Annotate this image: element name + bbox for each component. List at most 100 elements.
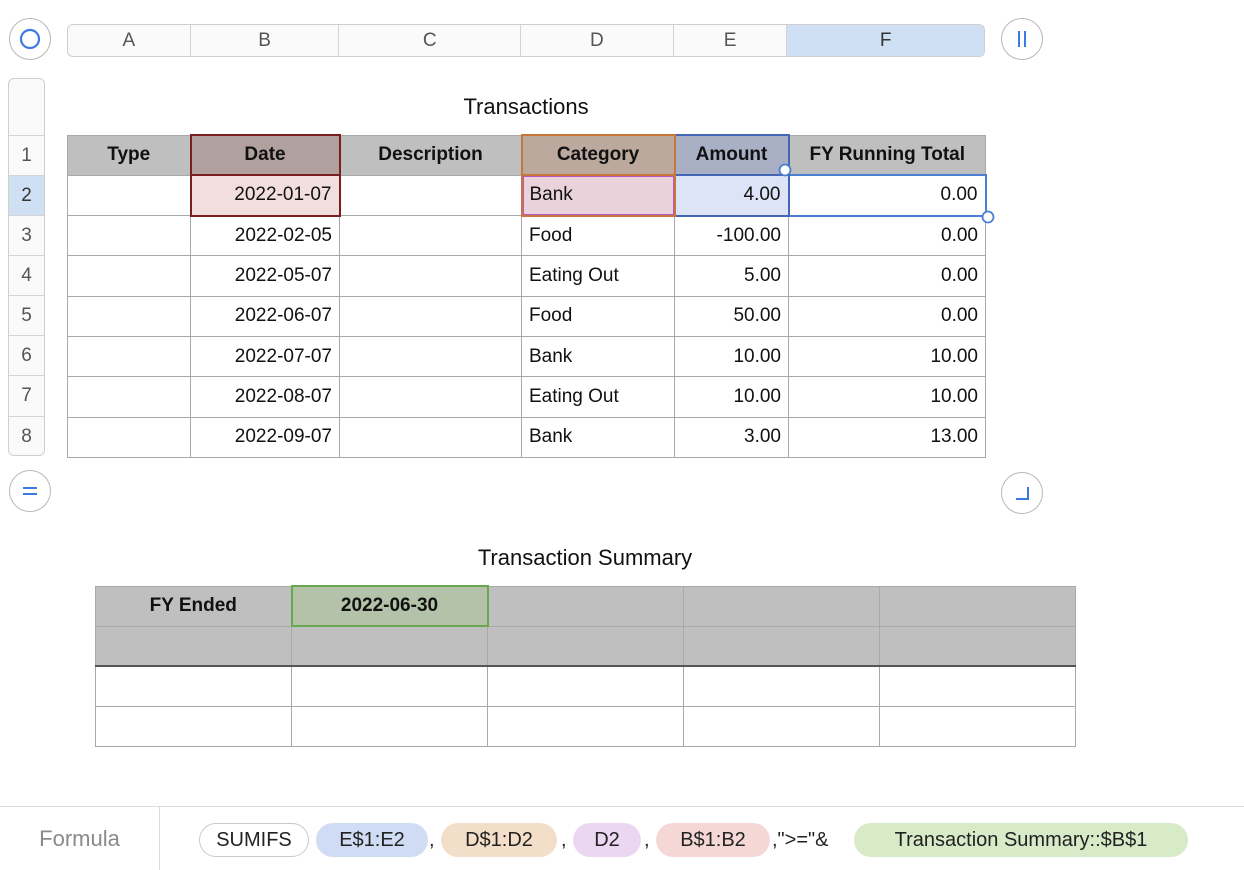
summary-cell[interactable] <box>487 585 684 627</box>
row-header-8[interactable]: 8 <box>9 416 44 455</box>
formula-token-amount-range[interactable]: E$1:E2 <box>316 823 428 857</box>
cell-category[interactable]: Eating Out <box>521 376 675 418</box>
cell-category[interactable]: Food <box>521 215 675 257</box>
cell-type[interactable] <box>67 376 191 418</box>
summary-cell[interactable] <box>683 665 880 708</box>
selection-handle-top[interactable] <box>778 163 792 177</box>
cell-amount[interactable]: -100.00 <box>674 215 789 257</box>
cell-fy-running-total[interactable]: 10.00 <box>788 335 986 378</box>
cell-amount[interactable]: 10.00 <box>674 335 789 378</box>
resize-table-button[interactable] <box>1001 472 1043 514</box>
cell-type[interactable] <box>67 335 191 378</box>
cell-category[interactable]: Food <box>521 295 675 337</box>
header-cell-type[interactable]: Type <box>67 134 191 176</box>
summary-cell[interactable] <box>487 706 684 748</box>
transactions-table: Type Date Description Category Amount FY… <box>67 133 987 458</box>
header-cell-amount[interactable]: Amount <box>673 133 790 177</box>
summary-cell[interactable] <box>95 665 292 708</box>
cell-type[interactable] <box>67 174 191 217</box>
formula-bar: Formula SUMIFS E$1:E2 , D$1:D2 , D2 , B$… <box>0 806 1244 870</box>
row-header-4[interactable]: 4 <box>9 255 44 295</box>
formula-function-token[interactable]: SUMIFS <box>199 823 309 857</box>
column-header-f[interactable]: F <box>787 25 984 56</box>
column-header-a[interactable]: A <box>68 25 191 56</box>
summary-cell[interactable] <box>95 706 292 748</box>
cell-description[interactable] <box>339 376 522 418</box>
summary-cell[interactable] <box>683 585 880 627</box>
cell-fy-running-total[interactable]: 0.00 <box>788 255 986 297</box>
cell-amount[interactable]: 3.00 <box>674 416 789 458</box>
header-cell-description[interactable]: Description <box>339 134 522 176</box>
cell-date[interactable]: 2022-08-07 <box>190 376 340 418</box>
cell-date[interactable]: 2022-05-07 <box>190 255 340 297</box>
summary-table: FY Ended 2022-06-30 <box>95 584 1076 748</box>
cell-date[interactable]: 2022-07-07 <box>190 335 340 378</box>
summary-cell[interactable] <box>683 706 880 748</box>
cell-fy-running-total-selected[interactable]: 0.00 <box>787 174 987 217</box>
cell-fy-running-total[interactable]: 0.00 <box>788 215 986 257</box>
summary-cell[interactable] <box>879 625 1076 668</box>
cell-fy-running-total[interactable]: 10.00 <box>788 376 986 418</box>
fy-ended-label[interactable]: FY Ended <box>95 585 292 627</box>
summary-cell[interactable] <box>879 665 1076 708</box>
summary-cell[interactable] <box>291 665 488 708</box>
cell-date[interactable]: 2022-09-07 <box>190 416 340 458</box>
row-header-3[interactable]: 3 <box>9 215 44 255</box>
summary-table-title: Transaction Summary <box>477 545 693 570</box>
selection-handle-bottom[interactable] <box>981 210 995 224</box>
cell-date[interactable]: 2022-02-05 <box>190 215 340 257</box>
summary-cell[interactable] <box>487 625 684 668</box>
formula-token-date-range[interactable]: B$1:B2 <box>656 823 770 857</box>
formula-separator: , <box>561 828 567 851</box>
row-header-2[interactable]: 2 <box>9 175 44 215</box>
cell-fy-running-total[interactable]: 13.00 <box>788 416 986 458</box>
cell-category[interactable]: Bank <box>521 335 675 378</box>
cell-type[interactable] <box>67 295 191 337</box>
cell-category[interactable]: Bank <box>520 174 676 217</box>
add-rows-button[interactable] <box>9 470 51 512</box>
column-header-d[interactable]: D <box>521 25 674 56</box>
cell-amount[interactable]: 50.00 <box>674 295 789 337</box>
column-header-b[interactable]: B <box>191 25 340 56</box>
cell-type[interactable] <box>67 215 191 257</box>
summary-cell[interactable] <box>95 625 292 668</box>
cell-date[interactable]: 2022-06-07 <box>190 295 340 337</box>
cell-amount[interactable]: 4.00 <box>673 174 790 217</box>
cell-description[interactable] <box>339 335 522 378</box>
cell-type[interactable] <box>67 255 191 297</box>
summary-cell[interactable] <box>487 665 684 708</box>
header-cell-fy-running-total[interactable]: FY Running Total <box>788 134 986 176</box>
column-handle-button[interactable] <box>1001 18 1043 60</box>
row-header-1[interactable]: 1 <box>9 135 44 175</box>
table-row: FY Ended 2022-06-30 <box>95 584 1076 628</box>
cell-description[interactable] <box>339 255 522 297</box>
cell-description[interactable] <box>339 174 522 217</box>
cell-description[interactable] <box>339 295 522 337</box>
cell-fy-running-total[interactable]: 0.00 <box>788 295 986 337</box>
cell-date[interactable]: 2022-01-07 <box>189 174 341 217</box>
row-header-7[interactable]: 7 <box>9 375 44 416</box>
summary-cell[interactable] <box>879 585 1076 627</box>
column-header-e[interactable]: E <box>674 25 788 56</box>
select-table-button[interactable] <box>9 18 51 60</box>
fy-ended-value[interactable]: 2022-06-30 <box>290 584 489 628</box>
summary-cell[interactable] <box>291 625 488 668</box>
row-header-6[interactable]: 6 <box>9 335 44 375</box>
summary-cell[interactable] <box>879 706 1076 748</box>
cell-type[interactable] <box>67 416 191 458</box>
formula-token-category-range[interactable]: D$1:D2 <box>441 823 557 857</box>
cell-category[interactable]: Eating Out <box>521 255 675 297</box>
summary-cell[interactable] <box>683 625 880 668</box>
formula-token-summary-reference[interactable]: Transaction Summary::$B$1 <box>854 823 1188 857</box>
cell-amount[interactable]: 10.00 <box>674 376 789 418</box>
cell-description[interactable] <box>339 416 522 458</box>
summary-cell[interactable] <box>291 706 488 748</box>
cell-category[interactable]: Bank <box>521 416 675 458</box>
column-header-c[interactable]: C <box>339 25 522 56</box>
formula-token-category-cell[interactable]: D2 <box>573 823 641 857</box>
cell-description[interactable] <box>339 215 522 257</box>
header-cell-category[interactable]: Category <box>520 133 676 177</box>
header-cell-date[interactable]: Date <box>189 133 341 177</box>
row-header-5[interactable]: 5 <box>9 295 44 335</box>
cell-amount[interactable]: 5.00 <box>674 255 789 297</box>
